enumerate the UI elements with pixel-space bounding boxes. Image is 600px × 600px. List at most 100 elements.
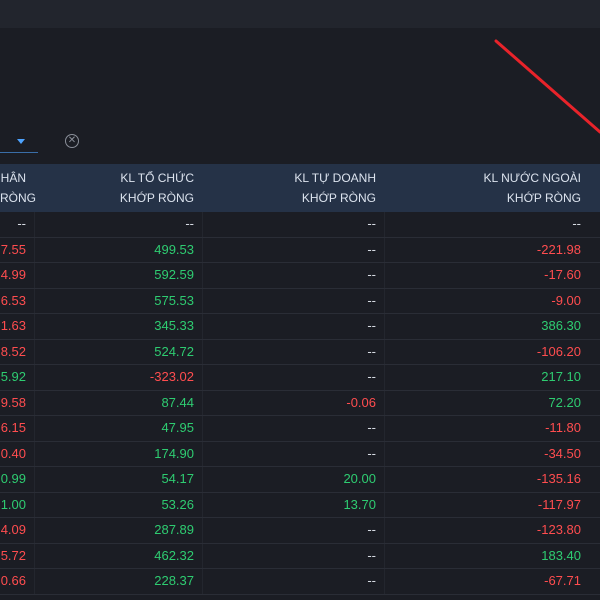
cell-proprietary-net: -- [367, 420, 376, 435]
table-row[interactable]: 5.72 462.32 -- 183.40 [0, 543, 600, 569]
cell-proprietary-net: -- [367, 318, 376, 333]
column-divider [202, 390, 203, 415]
cell-foreign-net: -221.98 [536, 241, 581, 257]
table-row[interactable]: 9.58 87.44 -0.06 72.20 [0, 390, 600, 416]
cell-net-personal: 6.53 [0, 292, 26, 308]
cell-foreign-net: 217.10 [541, 369, 581, 384]
cell-foreign-net: 72.20 [548, 394, 581, 410]
cell-net-personal: 5.92 [0, 369, 26, 384]
cell-foreign-net: -67.71 [544, 573, 581, 588]
column-divider [34, 467, 35, 492]
column-divider [202, 441, 203, 466]
column-divider [384, 569, 385, 594]
cell-institutional-net: 228.37 [154, 573, 194, 588]
cell-foreign-net: -9.00 [551, 292, 581, 308]
table-row[interactable]: 5.92 -323.02 -- 217.10 [0, 365, 600, 391]
column-divider [202, 492, 203, 517]
cell-institutional-net: 345.33 [154, 318, 194, 333]
net-volume-table: HÂN RÒNG KL TỔ CHỨC KHỚP RÒNG KL TỰ DOAN… [0, 164, 600, 595]
column-divider [34, 518, 35, 543]
screen: ✕ HÂN RÒNG KL TỔ CHỨC KHỚP RÒNG KL TỰ DO… [0, 0, 600, 600]
column-divider [384, 365, 385, 390]
table-row[interactable]: 4.99 592.59 -- -17.60 [0, 263, 600, 289]
column-divider [384, 288, 385, 313]
cell-institutional-net: 462.32 [154, 547, 194, 563]
table-row[interactable]: 0.40 174.90 -- -34.50 [0, 441, 600, 467]
column-divider [34, 314, 35, 339]
cell-foreign-net: -135.16 [536, 471, 581, 486]
filter-dropdown[interactable] [0, 130, 38, 153]
cell-net-personal: 1.00 [0, 496, 26, 512]
table-row[interactable]: 6.53 575.53 -- -9.00 [0, 288, 600, 314]
cell-proprietary-net: 20.00 [343, 471, 376, 486]
column-divider [384, 237, 385, 262]
column-divider [384, 263, 385, 288]
cell-foreign-net: -17.60 [544, 267, 581, 282]
table-row[interactable]: 1.63 345.33 -- 386.30 [0, 314, 600, 340]
cell-institutional-net: 524.72 [154, 343, 194, 359]
cell-net-personal: 8.52 [0, 343, 26, 359]
header-institutional-net[interactable]: KL TỔ CHỨC KHỚP RÒNG [40, 164, 194, 212]
column-divider [384, 339, 385, 364]
column-divider [34, 288, 35, 313]
table-row[interactable]: 8.52 524.72 -- -106.20 [0, 339, 600, 365]
header-net-personal[interactable]: HÂN RÒNG [0, 164, 36, 212]
cell-proprietary-net: -- [367, 445, 376, 461]
header-foreign-net[interactable]: KL NƯỚC NGOÀI KHỚP RÒNG [390, 164, 581, 212]
cell-institutional-net: -- [185, 216, 194, 231]
cell-institutional-net: 47.95 [161, 420, 194, 435]
cell-institutional-net: 575.53 [154, 292, 194, 308]
cell-proprietary-net: -0.06 [346, 394, 376, 410]
cell-net-personal: 0.99 [0, 471, 26, 486]
column-divider [34, 263, 35, 288]
cell-net-personal: 0.40 [0, 445, 26, 461]
column-divider [384, 314, 385, 339]
column-divider [384, 441, 385, 466]
cell-proprietary-net: -- [367, 547, 376, 563]
cell-foreign-net: -117.97 [537, 496, 581, 512]
cell-foreign-net: -106.20 [536, 343, 581, 359]
column-divider [34, 416, 35, 441]
table-row[interactable]: 0.99 54.17 20.00 -135.16 [0, 467, 600, 493]
circle-x-icon[interactable]: ✕ [65, 134, 79, 148]
table-row[interactable]: -- -- -- -- [0, 212, 600, 238]
cell-net-personal: -- [17, 216, 26, 231]
column-divider [202, 212, 203, 237]
cell-net-personal: 6.15 [0, 420, 26, 435]
cell-foreign-net: 386.30 [541, 318, 581, 333]
column-divider [34, 212, 35, 237]
table-row[interactable]: 1.00 53.26 13.70 -117.97 [0, 492, 600, 518]
table-row[interactable]: 6.15 47.95 -- -11.80 [0, 416, 600, 442]
cell-proprietary-net: -- [367, 292, 376, 308]
header-proprietary-net[interactable]: KL TỰ DOANH KHỚP RÒNG [208, 164, 376, 212]
column-divider [202, 314, 203, 339]
column-divider [34, 365, 35, 390]
cell-proprietary-net: -- [367, 369, 376, 384]
cell-foreign-net: -34.50 [544, 445, 581, 461]
table-body: -- -- -- -- 7.55 499.53 -- -221.98 4.99 592.59 -- -… [0, 212, 600, 595]
table-row[interactable]: 4.09 287.89 -- -123.80 [0, 518, 600, 544]
column-divider [202, 237, 203, 262]
column-divider [202, 518, 203, 543]
cell-net-personal: 4.09 [0, 522, 26, 537]
cell-institutional-net: 54.17 [161, 471, 194, 486]
column-divider [202, 288, 203, 313]
cell-institutional-net: -323.02 [149, 369, 194, 384]
cell-foreign-net: 183.40 [541, 547, 581, 563]
column-divider [34, 237, 35, 262]
column-divider [384, 543, 385, 568]
column-divider [202, 543, 203, 568]
column-divider [384, 416, 385, 441]
table-row[interactable]: 7.55 499.53 -- -221.98 [0, 237, 600, 263]
cell-net-personal: 4.99 [0, 267, 26, 282]
cell-institutional-net: 592.59 [154, 267, 194, 282]
column-divider [34, 441, 35, 466]
column-divider [202, 339, 203, 364]
column-divider [34, 569, 35, 594]
filter-row: ✕ [0, 130, 600, 154]
column-divider [34, 390, 35, 415]
cell-proprietary-net: -- [367, 267, 376, 282]
column-divider [34, 339, 35, 364]
column-divider [384, 467, 385, 492]
table-row[interactable]: 0.66 228.37 -- -67.71 [0, 569, 600, 595]
